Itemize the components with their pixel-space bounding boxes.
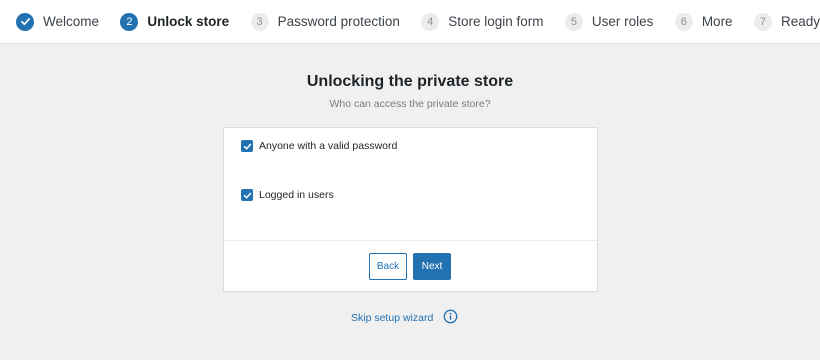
step-user-roles[interactable]: 5 User roles [564, 12, 654, 31]
info-icon[interactable] [443, 309, 458, 324]
step-connector [553, 21, 555, 22]
step-number: 7 [753, 12, 772, 31]
step-label: Ready [780, 14, 820, 29]
step-label: User roles [591, 14, 654, 29]
step-label: Password protection [277, 14, 400, 29]
option-valid-password[interactable]: Anyone with a valid password [241, 140, 397, 152]
option-label: Anyone with a valid password [259, 140, 398, 152]
step-connector [409, 21, 412, 22]
step-number: 6 [674, 12, 693, 31]
step-number: 3 [250, 12, 269, 31]
step-connector [109, 21, 111, 22]
step-label: Unlock store [147, 14, 230, 29]
step-number: 4 [421, 12, 440, 31]
back-button[interactable]: Back [369, 253, 407, 280]
setup-stepper: Welcome 2 Unlock store 3 Password protec… [0, 0, 820, 44]
skip-setup-wizard-link[interactable]: Skip setup wizard [351, 312, 433, 324]
card-divider [224, 240, 597, 241]
step-connector [663, 21, 665, 22]
step-label: Welcome [43, 14, 100, 29]
options-card: Anyone with a valid password Logged in u… [223, 127, 598, 292]
step-unlock-store[interactable]: 2 Unlock store [120, 12, 230, 31]
step-number: 5 [564, 12, 583, 31]
step-password-protection[interactable]: 3 Password protection [250, 12, 400, 31]
step-more[interactable]: 6 More [674, 12, 733, 31]
step-label: More [701, 14, 733, 29]
step-ready[interactable]: 7 Ready [753, 12, 820, 31]
step-welcome[interactable]: Welcome [16, 12, 100, 31]
option-logged-in-users[interactable]: Logged in users [241, 189, 334, 201]
option-label: Logged in users [259, 189, 334, 201]
checkbox-checked-icon[interactable] [241, 140, 253, 152]
checkmark-icon [16, 12, 34, 31]
next-button[interactable]: Next [413, 253, 451, 280]
step-connector [239, 21, 241, 22]
step-store-login-form[interactable]: 4 Store login form [421, 12, 544, 31]
page-title: Unlocking the private store [306, 73, 514, 90]
page-subtitle: Who can access the private store? [329, 98, 491, 110]
step-number: 2 [120, 12, 139, 31]
checkbox-checked-icon[interactable] [241, 189, 253, 201]
step-label: Store login form [448, 14, 544, 29]
step-connector [742, 21, 744, 22]
